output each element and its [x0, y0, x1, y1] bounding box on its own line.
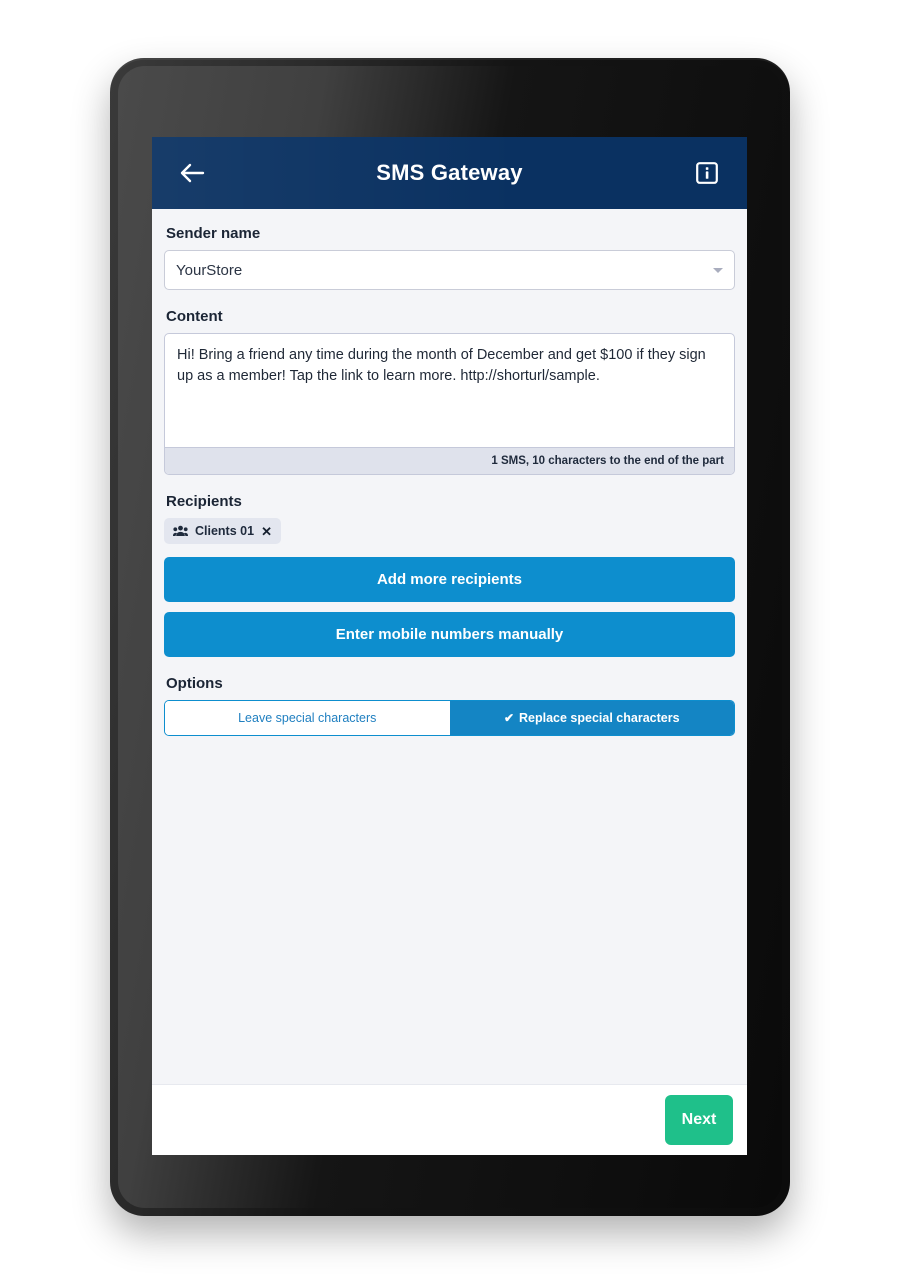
special-characters-segmented-control: Leave special characters ✔ Replace speci… — [164, 700, 735, 736]
sender-name-group: Sender name YourStore — [164, 225, 735, 290]
next-button[interactable]: Next — [665, 1095, 733, 1145]
segment-replace-label: Replace special characters — [519, 711, 680, 725]
segment-leave-label: Leave special characters — [238, 711, 377, 725]
recipients-label: Recipients — [166, 493, 242, 510]
recipients-chip-list: Clients 01 ✕ — [164, 518, 735, 544]
content-label: Content — [166, 308, 223, 325]
enter-mobile-numbers-button[interactable]: Enter mobile numbers manually — [164, 612, 735, 657]
sender-name-select[interactable]: YourStore — [164, 250, 735, 290]
info-button[interactable] — [687, 153, 727, 193]
segment-replace-special-characters[interactable]: ✔ Replace special characters — [449, 701, 734, 735]
arrow-left-icon — [180, 163, 205, 183]
users-group-icon — [173, 525, 188, 536]
tablet-screen: SMS Gateway Sender name YourStore Conten… — [152, 137, 747, 1155]
sender-name-value: YourStore — [176, 261, 243, 279]
options-label: Options — [166, 675, 223, 692]
screen-footer: Next — [152, 1084, 747, 1155]
recipient-chip[interactable]: Clients 01 ✕ — [164, 518, 281, 544]
segment-leave-special-characters[interactable]: Leave special characters — [165, 701, 450, 735]
check-icon: ✔ — [503, 711, 515, 725]
sender-name-label: Sender name — [166, 225, 261, 242]
app-bar: SMS Gateway — [152, 137, 747, 209]
page-title: SMS Gateway — [376, 160, 523, 185]
add-more-recipients-button[interactable]: Add more recipients — [164, 557, 735, 602]
close-icon[interactable]: ✕ — [261, 525, 272, 538]
chevron-down-icon — [713, 268, 723, 273]
form-body: Sender name YourStore Content Hi! Bring … — [152, 209, 747, 1084]
back-button[interactable] — [172, 153, 212, 193]
recipients-group: Recipients Clients 01 ✕ Add more recipie — [164, 493, 735, 657]
content-group: Content Hi! Bring a friend any time duri… — [164, 308, 735, 475]
sms-counter: 1 SMS, 10 characters to the end of the p… — [165, 447, 734, 474]
info-square-icon — [696, 162, 718, 184]
content-box: Hi! Bring a friend any time during the m… — [164, 333, 735, 475]
content-textarea[interactable]: Hi! Bring a friend any time during the m… — [165, 334, 734, 447]
options-group: Options Leave special characters ✔ Repla… — [164, 675, 735, 736]
recipient-chip-label: Clients 01 — [195, 524, 255, 538]
